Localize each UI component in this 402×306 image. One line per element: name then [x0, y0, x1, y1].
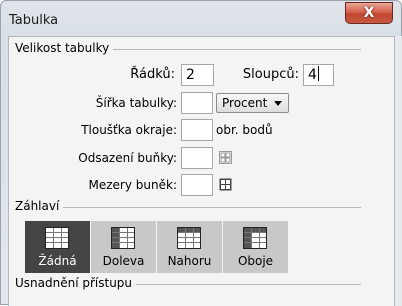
table-width-label: Šířka tabulky: [95, 96, 177, 110]
close-button[interactable]: X [345, 2, 393, 24]
dialog-title: Tabulka [9, 13, 59, 28]
cell-spacing-label: Mezery buněk: [88, 178, 177, 192]
rows-value: 2 [186, 67, 195, 83]
cell-spacing-icon [219, 178, 232, 191]
border-width-label: Tloušťka okraje: [81, 123, 177, 137]
cell-padding-label: Odsazení buňky: [78, 151, 177, 165]
close-icon: X [363, 5, 375, 21]
text-caret [317, 66, 319, 81]
section-divider [17, 207, 361, 208]
table-both-header-icon [243, 227, 267, 249]
size-section-legend: Velikost tabulky [15, 41, 114, 55]
border-width-input[interactable] [181, 119, 213, 141]
table-dialog: Tabulka X Velikost tabulky Řádků: 2 Slou… [0, 0, 402, 306]
border-unit-label: obr. bodů [216, 123, 273, 137]
cols-label: Sloupců: [242, 67, 299, 82]
header-option-left[interactable]: Doleva [91, 221, 156, 273]
cell-padding-input[interactable] [181, 147, 213, 169]
table-no-header-icon [45, 227, 69, 249]
width-unit-select[interactable]: Procent [216, 93, 289, 113]
header-option-label: Nahoru [167, 254, 212, 268]
accessibility-section-legend: Usnadnění přístupu [15, 276, 137, 290]
header-option-both[interactable]: Oboje [223, 221, 288, 273]
chevron-down-icon [274, 101, 282, 106]
rows-label: Řádků: [130, 67, 175, 82]
table-width-input[interactable] [181, 92, 213, 114]
rows-input[interactable]: 2 [181, 64, 214, 86]
header-option-label: Doleva [102, 254, 145, 268]
dialog-body: Velikost tabulky Řádků: 2 Sloupců: 4 Šíř… [8, 36, 395, 306]
header-option-top[interactable]: Nahoru [157, 221, 222, 273]
header-option-label: Žádná [38, 254, 77, 268]
table-top-header-icon [177, 227, 201, 249]
header-options: Žádná Doleva Nahoru Oboje [25, 221, 290, 273]
header-section-legend: Záhlaví [15, 199, 64, 213]
cell-padding-icon [219, 151, 232, 164]
width-unit-value: Procent [222, 96, 268, 110]
window-right-edge [395, 36, 402, 306]
cell-spacing-input[interactable] [181, 174, 213, 196]
table-left-header-icon [111, 227, 135, 249]
cols-value: 4 [308, 67, 317, 83]
title-bar[interactable]: Tabulka X [1, 1, 401, 37]
header-option-label: Oboje [237, 254, 274, 268]
cols-input[interactable]: 4 [303, 64, 334, 86]
header-option-none[interactable]: Žádná [25, 221, 90, 273]
